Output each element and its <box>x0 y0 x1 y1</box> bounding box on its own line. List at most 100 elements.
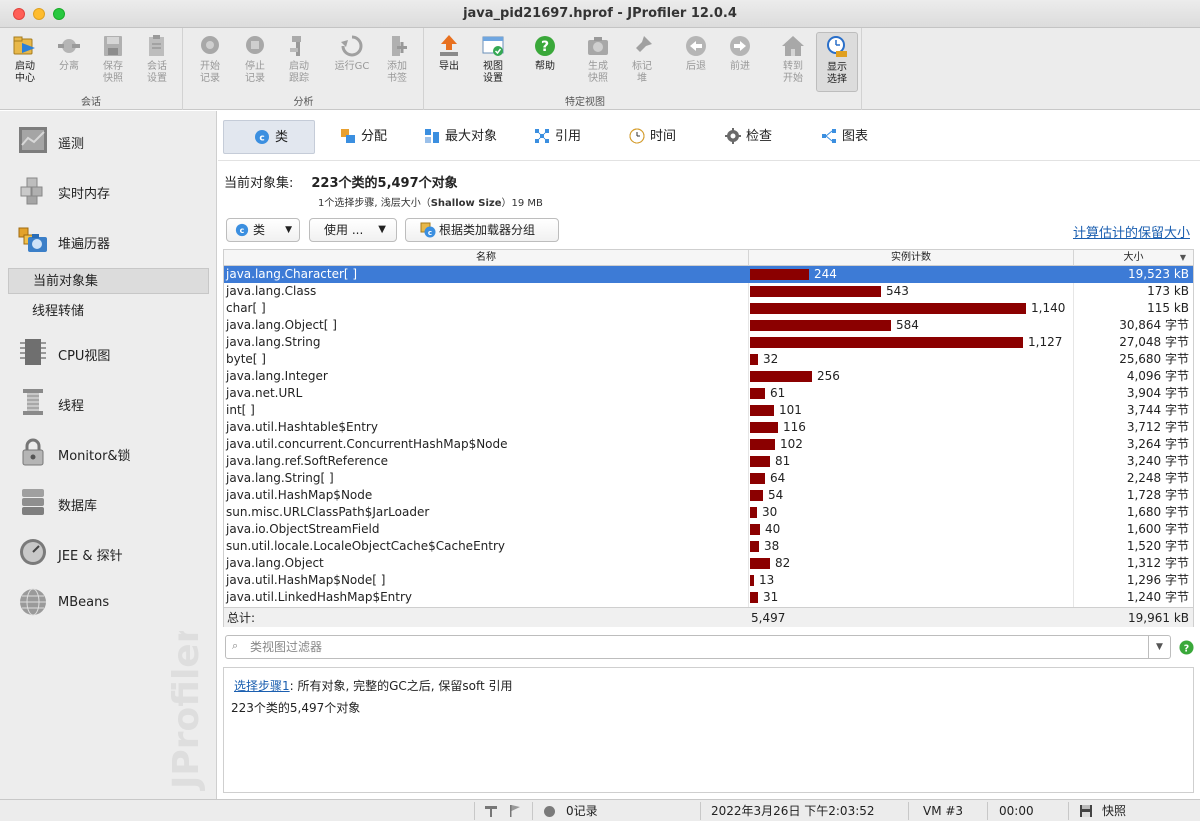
column-header-instance-count[interactable]: 实例计数 <box>749 250 1074 266</box>
summary-detail: 1个选择步骤, 浅层大小（Shallow Size）19 MB <box>318 198 543 209</box>
sidebar-item-monitors-locks[interactable]: Monitor&锁 <box>0 433 216 473</box>
probe-icon <box>20 539 46 565</box>
instance-count-cell: 13 <box>759 573 775 587</box>
table-row[interactable]: java.lang.Class 543 173 kB <box>224 283 1193 300</box>
sidebar-item-threads[interactable]: 线程 <box>0 383 216 423</box>
take-snapshot-button[interactable]: 生成 快照 <box>577 32 619 92</box>
help-button[interactable]: ? 帮助 <box>524 32 566 92</box>
detach-button[interactable]: 分离 <box>48 32 90 92</box>
sidebar-item-live-memory[interactable]: 实时内存 <box>0 171 216 211</box>
table-row[interactable]: java.net.URL 61 3,904 字节 <box>224 385 1193 402</box>
size-cell: 3,744 字节 <box>1126 403 1189 417</box>
sidebar-item-telemetry[interactable]: 遥测 <box>0 121 216 161</box>
sidebar-item-cpu-views[interactable]: CPU视图 <box>0 333 216 373</box>
sidebar-item-heap-walker[interactable]: 堆遍历器 <box>0 221 216 261</box>
sidebar-item-databases[interactable]: 数据库 <box>0 483 216 523</box>
tab-references[interactable]: 引用 <box>534 120 581 154</box>
instance-count-cell: 61 <box>770 386 786 400</box>
table-row[interactable]: java.lang.Object 82 1,312 字节 <box>224 555 1193 572</box>
sidebar-item-jee-probes[interactable]: JEE & 探针 <box>0 533 216 573</box>
biggest-objects-icon <box>425 128 439 143</box>
table-row[interactable]: java.util.HashMap$Node 54 1,728 字节 <box>224 487 1193 504</box>
size-cell: 1,520 字节 <box>1126 539 1189 553</box>
size-cell: 1,680 字节 <box>1126 505 1189 519</box>
inspection-icon <box>725 127 741 144</box>
tab-inspections[interactable]: 检查 <box>725 120 772 154</box>
session-settings-button[interactable]: 会话 设置 <box>136 32 178 92</box>
size-cell: 25,680 字节 <box>1119 352 1189 366</box>
mark-heap-button[interactable]: 标记堆 <box>621 32 663 92</box>
table-row[interactable]: sun.util.locale.LocaleObjectCache$CacheE… <box>224 538 1193 555</box>
instance-count-cell: 82 <box>775 556 791 570</box>
table-row[interactable]: java.io.ObjectStreamField 40 1,600 字节 <box>224 521 1193 538</box>
flag-icon[interactable] <box>508 804 522 818</box>
pin-icon[interactable] <box>484 804 498 818</box>
add-bookmark-button[interactable]: 添加 书签 <box>376 32 418 92</box>
size-cell: 27,048 字节 <box>1119 335 1189 349</box>
selection-step-link[interactable]: 选择步骤1 <box>234 679 290 693</box>
table-row[interactable]: char[ ] 1,140 115 kB <box>224 300 1193 317</box>
instance-count-cell: 1,140 <box>1031 301 1066 315</box>
object-set-summary: 当前对象集: 223个类的5,497个对象 <box>224 172 458 191</box>
tab-classes[interactable]: c类 <box>223 120 315 154</box>
stop-recording-button[interactable]: 停止 记录 <box>234 32 276 92</box>
view-settings-button[interactable]: 视图 设置 <box>472 32 514 92</box>
sidebar: 遥测 实时内存 堆遍历器 当前对象集 线程转储 CPU视图 线程 Monitor… <box>0 111 217 799</box>
run-gc-button[interactable]: 运行GC <box>330 32 374 92</box>
sidebar-item-mbeans[interactable]: MBeans <box>0 583 216 623</box>
class-aggregation-dropdown[interactable]: c类 ▼ <box>226 218 300 242</box>
export-icon <box>440 35 458 56</box>
table-row[interactable]: sun.misc.URLClassPath$JarLoader 30 1,680 字… <box>224 504 1193 521</box>
table-row[interactable]: byte[ ] 32 25,680 字节 <box>224 351 1193 368</box>
start-center-button[interactable]: 启动 中心 <box>4 32 46 92</box>
sidebar-subitem-current-object-set[interactable]: 当前对象集 <box>8 268 209 294</box>
tab-time[interactable]: 时间 <box>629 120 676 154</box>
filter-placeholder: 类视图过滤器 <box>250 640 323 654</box>
sidebar-subitem-thread-dump[interactable]: 线程转储 <box>8 299 209 325</box>
back-button[interactable]: 后退 <box>675 32 717 92</box>
class-name-cell: java.util.Hashtable$Entry <box>226 420 378 434</box>
group-by-classloader-button[interactable]: c 根据类加载器分组 <box>405 218 559 242</box>
instance-count-bar <box>750 286 881 297</box>
table-row[interactable]: java.util.Hashtable$Entry 116 3,712 字节 <box>224 419 1193 436</box>
class-filter-input[interactable]: ⌕ 类视图过滤器 ▼ <box>225 635 1171 659</box>
tab-graph[interactable]: 图表 <box>821 120 868 154</box>
table-row[interactable]: java.lang.ref.SoftReference 81 3,240 字节 <box>224 453 1193 470</box>
minimize-window-button[interactable] <box>33 8 45 20</box>
column-header-name[interactable]: 名称 <box>224 250 749 266</box>
instance-count-cell: 244 <box>814 267 837 281</box>
table-row[interactable]: java.lang.Integer 256 4,096 字节 <box>224 368 1193 385</box>
export-button[interactable]: 导出 <box>428 32 470 92</box>
forward-icon <box>730 36 750 56</box>
tab-allocations[interactable]: 分配 <box>340 120 387 154</box>
column-header-size[interactable]: 大小 ▼ <box>1074 250 1193 266</box>
calculate-retained-sizes-link[interactable]: 计算估计的保留大小 <box>1073 222 1190 241</box>
instance-count-cell: 54 <box>768 488 784 502</box>
use-dropdown[interactable]: 使用 ... ▼ <box>309 218 397 242</box>
table-row[interactable]: java.util.HashMap$Node[ ] 13 1,296 字节 <box>224 572 1193 589</box>
zoom-window-button[interactable] <box>53 8 65 20</box>
table-row[interactable]: int[ ] 101 3,744 字节 <box>224 402 1193 419</box>
table-row[interactable]: java.util.concurrent.ConcurrentHashMap$N… <box>224 436 1193 453</box>
selection-result-text: 223个类的5,497个对象 <box>231 701 361 715</box>
save-snapshot-button[interactable]: 保存 快照 <box>92 32 134 92</box>
stop-recording-icon <box>246 36 264 54</box>
go-to-start-button[interactable]: 转到 开始 <box>772 32 814 92</box>
filter-history-dropdown[interactable]: ▼ <box>1148 636 1170 658</box>
forward-button[interactable]: 前进 <box>719 32 761 92</box>
class-icon: c <box>255 129 269 144</box>
snapshot-label: 快照 <box>1102 804 1127 818</box>
start-recording-button[interactable]: 开始 记录 <box>189 32 231 92</box>
size-cell: 19,523 kB <box>1128 267 1189 281</box>
table-row[interactable]: java.lang.String[ ] 64 2,248 字节 <box>224 470 1193 487</box>
start-tracking-button[interactable]: 启动 跟踪 <box>278 32 320 92</box>
show-selection-button[interactable]: 显示 选择 <box>816 32 858 92</box>
table-row[interactable]: java.lang.Object[ ] 584 30,864 字节 <box>224 317 1193 334</box>
table-row[interactable]: java.lang.String 1,127 27,048 字节 <box>224 334 1193 351</box>
table-row[interactable]: java.lang.Character[ ] 244 19,523 kB <box>224 266 1193 283</box>
instance-count-cell: 64 <box>770 471 786 485</box>
close-window-button[interactable] <box>13 8 25 20</box>
help-icon[interactable]: ? <box>1179 640 1194 655</box>
table-row[interactable]: java.util.LinkedHashMap$Entry 31 1,240 字节 <box>224 589 1193 606</box>
tab-biggest-objects[interactable]: 最大对象 <box>424 120 497 154</box>
